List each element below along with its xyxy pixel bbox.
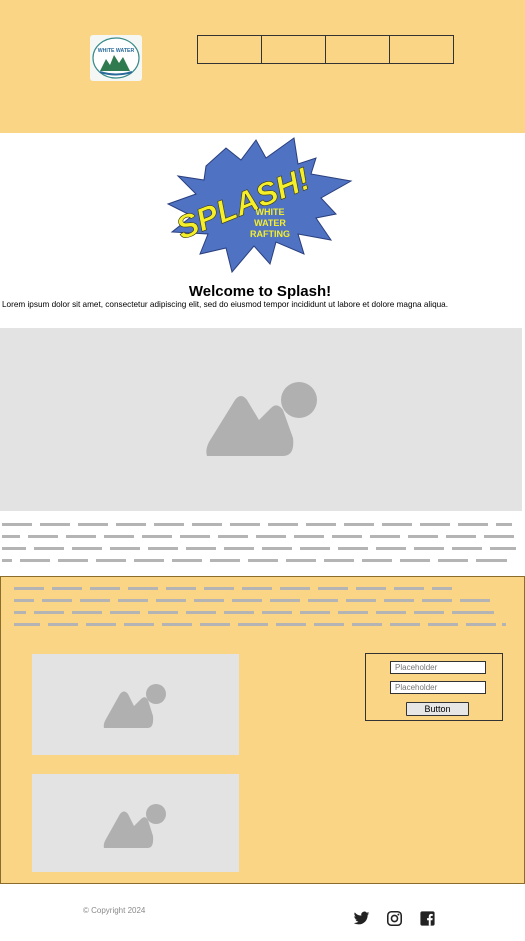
facebook-icon[interactable] [419,910,436,927]
text-line [14,623,506,626]
site-footer [0,884,525,941]
nav-item-3[interactable] [325,35,390,64]
placeholder-text-block-2 [0,587,525,635]
placeholder-text-block-1 [0,523,525,571]
welcome-title: Welcome to Splash! [188,283,332,300]
text-line [2,559,507,562]
main-nav [197,35,454,64]
instagram-icon[interactable] [386,910,403,927]
image-placeholder-icon [206,382,317,456]
copyright-text: © Copyright 2024 [83,906,146,915]
nav-item-1[interactable] [197,35,262,64]
contact-form: Button [365,653,503,721]
image-card-1 [32,654,239,755]
text-line [14,611,494,614]
text-line [2,523,512,526]
splash-sub-3: RAFTING [250,229,290,239]
image-placeholder-icon [103,684,166,728]
form-input-2[interactable] [390,681,486,694]
logo-lettering: WHITE WATER [98,48,135,54]
text-line [2,547,516,550]
text-line [14,599,490,602]
text-line [14,587,452,590]
form-input-1[interactable] [390,661,486,674]
image-placeholder-icon [103,804,166,848]
twitter-icon[interactable] [353,910,370,927]
splash-logo: SPLASH! WHITE WATER RAFTING [166,136,354,276]
white-water-logo[interactable]: WHITE WATER [90,35,142,81]
hero-image-placeholder [0,328,522,511]
nav-item-2[interactable] [261,35,326,64]
form-submit-button[interactable]: Button [406,702,469,716]
splash-sub-2: WATER [254,218,286,228]
splash-sub-1: WHITE [256,207,285,217]
nav-item-4[interactable] [389,35,454,64]
site-header [0,0,525,133]
image-card-2 [32,774,239,872]
welcome-text: Lorem ipsum dolor sit amet, consectetur … [2,300,449,309]
text-line [2,535,514,538]
